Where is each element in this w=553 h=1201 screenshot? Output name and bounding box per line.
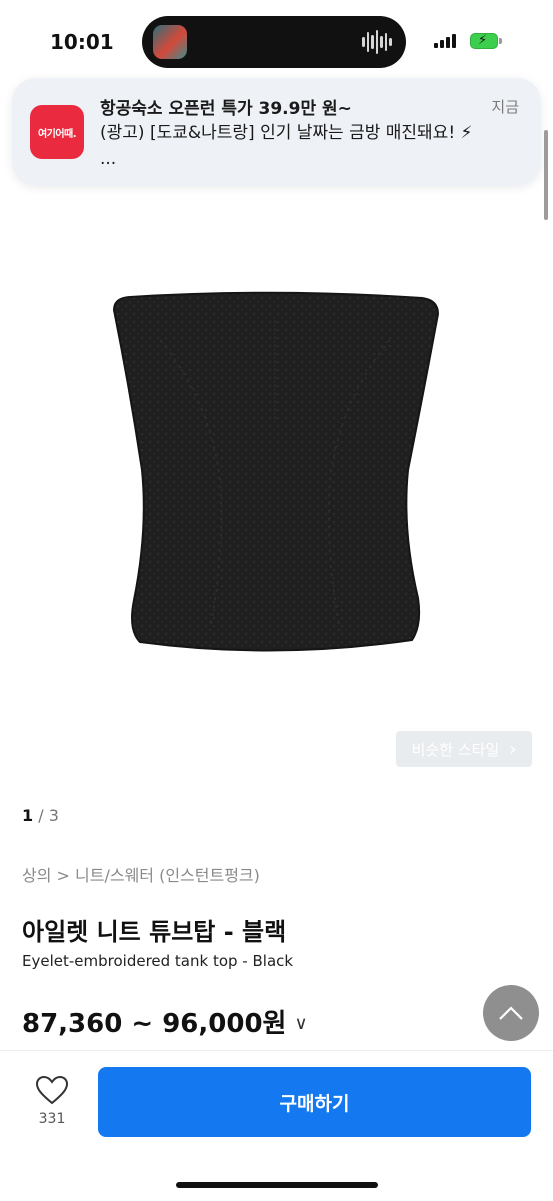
notification-title: 항공숙소 오픈런 특가 39.9만 원~ (100, 99, 352, 119)
pager-total: / 3 (38, 806, 59, 825)
status-time: 10:01 (50, 30, 114, 54)
product-subtitle: Eyelet-embroidered tank top - Black (22, 952, 294, 970)
chevron-down-icon: ∨ (294, 1013, 308, 1034)
buy-button[interactable]: 구매하기 (98, 1067, 531, 1137)
like-count: 331 (38, 1111, 66, 1127)
chevron-right-icon: › (509, 738, 517, 760)
scroll-to-top-button[interactable] (483, 985, 539, 1041)
notification-body: (광고) [도쿄&나트랑] 인기 날짜는 금방 매진돼요! ⚡ ... (100, 123, 473, 169)
cellular-signal-icon (434, 34, 458, 48)
bottom-action-bar: 331 구매하기 (0, 1050, 553, 1201)
chevron-up-icon (499, 1006, 523, 1020)
product-title: 아일렛 니트 튜브탑 - 블랙 (22, 918, 287, 946)
price-text: 87,360 ~ 96,000원 (22, 1009, 287, 1039)
breadcrumb[interactable]: 상의 > 니트/스웨터 (인스턴트펑크) (22, 862, 260, 886)
notification-app-icon: 여기어때. (30, 105, 84, 159)
product-image[interactable] (100, 280, 450, 670)
now-playing-app-icon (153, 25, 187, 59)
audio-wave-icon (362, 28, 393, 56)
heart-icon (35, 1075, 69, 1105)
similar-style-button[interactable]: 비슷한 스타일 › (396, 731, 532, 767)
similar-style-label: 비슷한 스타일 (411, 740, 500, 759)
scrollbar[interactable] (544, 130, 548, 220)
home-indicator[interactable] (176, 1182, 378, 1188)
price-range[interactable]: 87,360 ~ 96,000원 ∨ (22, 1003, 308, 1040)
battery-icon: ⚡ (470, 33, 498, 49)
notification-time: 지금 (491, 98, 519, 116)
dynamic-island[interactable] (142, 16, 406, 68)
image-pager: 1 / 3 (22, 806, 59, 825)
battery-tip (499, 38, 502, 44)
push-notification[interactable]: 여기어때. 항공숙소 오픈런 특가 39.9만 원~ (광고) [도쿄&나트랑]… (12, 78, 541, 186)
pager-current: 1 (22, 806, 34, 825)
like-button[interactable]: 331 (28, 1075, 76, 1127)
